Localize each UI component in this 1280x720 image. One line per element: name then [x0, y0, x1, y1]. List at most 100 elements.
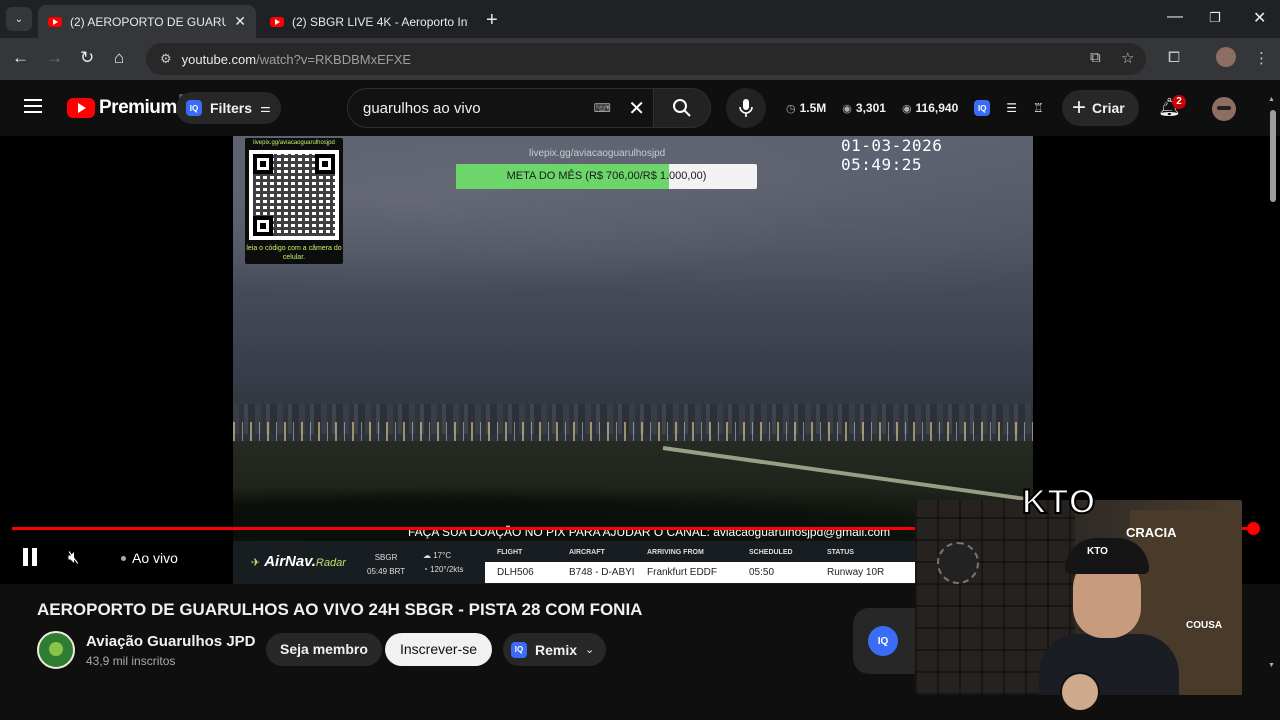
pause-icon[interactable]	[23, 548, 37, 566]
iq-extension-icon: IQ	[186, 100, 202, 116]
wind-icon: ◔	[423, 565, 428, 574]
tab-search-icon[interactable]: ⌄	[6, 7, 32, 31]
extension-stats: ◷ 1.5M ◉ 3,301 ◉ 116,940 IQ ☰ ♖	[786, 100, 1044, 116]
create-label: Criar	[1092, 100, 1125, 116]
tab-title: (2) AEROPORTO DE GUARULHOS	[70, 14, 227, 29]
cloud-icon: ☁	[423, 551, 431, 560]
logo-text: Premium	[99, 97, 177, 118]
muted-volume-icon[interactable]: 🔇︎	[68, 547, 79, 568]
search-input[interactable]: guarulhos ao vivo ⌨ ✕	[347, 88, 653, 128]
browser-tab[interactable]: (2) SBGR LIVE 4K - Aeroporto Internacion…	[260, 5, 478, 38]
clock-icon: ◷	[786, 102, 796, 115]
facecam-title: KTO	[1021, 482, 1097, 522]
iq-extension-icon[interactable]: IQ	[974, 100, 991, 116]
browser-menu-icon[interactable]: ⋮	[1254, 49, 1269, 67]
subscribe-button[interactable]: Inscrever-se	[385, 633, 493, 666]
youtube-header: Premium BR IQ Filters ⚌ guarulhos ao viv…	[0, 80, 1280, 136]
notification-count-badge: 2	[1172, 95, 1186, 109]
home-icon[interactable]: ⌂	[114, 48, 124, 68]
forward-icon[interactable]: →	[46, 48, 63, 68]
youtube-favicon-icon	[48, 16, 62, 27]
background-sign: COUSA	[1186, 620, 1223, 631]
remix-button[interactable]: IQ Remix ⌄	[503, 633, 607, 666]
iq-extension-icon: IQ	[511, 641, 527, 658]
back-icon[interactable]: ←	[12, 48, 29, 68]
camera-timestamp: 01-03-2026 05:49:25	[841, 136, 943, 174]
install-app-icon[interactable]: ⧉	[1090, 49, 1101, 66]
stat-watch-time: ◷ 1.5M	[786, 101, 827, 115]
scroll-down-icon[interactable]: ▼	[1268, 662, 1275, 669]
extensions-icon[interactable]: ⧠	[1168, 49, 1180, 66]
chevron-down-icon: ⌄	[585, 644, 595, 656]
radar-weather: ☁ 17°C ◔ 120°/2kts	[423, 551, 464, 574]
url-host: youtube.com	[181, 51, 257, 67]
channel-name[interactable]: Aviação Guarulhos JPD	[86, 633, 256, 650]
sliders-icon: ⚌	[260, 101, 271, 115]
list-icon[interactable]: ☰	[1006, 101, 1017, 115]
filters-button[interactable]: IQ Filters ⚌	[176, 92, 281, 124]
goal-text: META DO MÊS (R$ 706,00/R$ 1.000,00)	[506, 170, 707, 182]
browser-toolbar: ← → ↻ ⌂ ⚙ youtube.com/watch?v=RKBDBMxEFX…	[0, 38, 1280, 80]
iq-panel-button[interactable]: IQ	[853, 608, 917, 674]
join-button[interactable]: Seja membro	[266, 633, 382, 666]
qr-code-icon	[249, 150, 339, 240]
live-indicator[interactable]: Ao vivo	[121, 550, 178, 566]
minimize-icon[interactable]: —	[1167, 8, 1183, 26]
eye-icon: ◉	[842, 102, 852, 115]
background-sign: CRACIA	[1126, 525, 1177, 540]
site-settings-icon[interactable]: ⚙	[160, 51, 172, 67]
qr-url: livepix.gg/aviacaoguarulhosjpd	[253, 140, 335, 146]
youtube-play-icon	[67, 98, 95, 118]
microphone-icon	[739, 99, 753, 117]
hamburger-menu-icon[interactable]	[24, 99, 42, 113]
voice-search-button[interactable]	[726, 88, 766, 128]
flight-table: FLIGHT AIRCRAFT ARRIVING FROM SCHEDULED …	[485, 545, 915, 583]
plane-icon: ✈	[251, 557, 261, 569]
channel-avatar[interactable]	[37, 631, 75, 669]
search-icon	[673, 99, 691, 117]
tab-close-icon[interactable]: ✕	[234, 13, 246, 30]
subscriber-count: 43,9 mil inscritos	[86, 654, 176, 668]
streamer-person: KTO	[1039, 530, 1179, 695]
plus-icon: +	[1072, 94, 1087, 121]
stat-views: ◉ 116,940	[901, 101, 959, 115]
reload-icon[interactable]: ↻	[80, 48, 94, 68]
search-button[interactable]	[653, 88, 711, 128]
donation-goal-bar: META DO MÊS (R$ 706,00/R$ 1.000,00)	[456, 164, 757, 189]
youtube-logo[interactable]: Premium BR	[67, 93, 191, 119]
scroll-up-icon[interactable]: ▲	[1268, 96, 1275, 103]
eye-icon: ◉	[901, 102, 912, 115]
tab-title: (2) SBGR LIVE 4K - Aeroporto Internacion…	[292, 14, 468, 29]
browser-tab-active[interactable]: (2) AEROPORTO DE GUARULHOS ✕	[38, 5, 256, 38]
account-avatar[interactable]	[1212, 97, 1236, 121]
close-window-icon[interactable]: ✕	[1253, 8, 1266, 28]
page-scrollbar[interactable]	[1270, 110, 1276, 202]
new-tab-icon[interactable]: +	[486, 9, 498, 32]
stat-viewers: ◉ 3,301	[842, 101, 886, 115]
bookmark-star-icon[interactable]: ☆	[1121, 49, 1134, 67]
youtube-favicon-icon	[270, 16, 284, 27]
pix-qr-code: livepix.gg/aviacaoguarulhosjpd leia o có…	[245, 138, 343, 264]
profile-avatar[interactable]	[1216, 47, 1236, 67]
search-query: guarulhos ao vivo	[363, 99, 481, 117]
scrubber-handle[interactable]	[1247, 522, 1260, 535]
streamer-logo-badge	[937, 542, 979, 584]
flight-table-header: FLIGHT AIRCRAFT ARRIVING FROM SCHEDULED …	[497, 548, 854, 556]
keyboard-icon[interactable]: ⌨	[594, 101, 611, 115]
create-button[interactable]: + Criar	[1062, 90, 1139, 126]
airnav-logo: ✈ AirNav.Radar	[251, 553, 346, 570]
flight-row: DLH506 B748 - D-ABYI Frankfurt EDDF 05:5…	[485, 562, 915, 583]
livepix-url: livepix.gg/aviacaoguarulhosjpd	[529, 148, 666, 159]
clear-search-icon[interactable]: ✕	[628, 96, 645, 121]
video-frame[interactable]: livepix.gg/aviacaoguarulhosjpd leia o có…	[233, 136, 1033, 584]
iq-extension-icon: IQ	[868, 626, 898, 656]
filters-label: Filters	[210, 100, 253, 116]
browser-tabstrip: ⌄ (2) AEROPORTO DE GUARULHOS ✕ (2) SBGR …	[0, 0, 1280, 38]
streamer-avatar	[1060, 672, 1100, 712]
address-bar[interactable]: ⚙ youtube.com/watch?v=RKBDBMxEFXE	[146, 43, 1146, 75]
trophy-icon[interactable]: ♖	[1033, 101, 1044, 115]
radar-airport: SBGR 05:49 BRT	[367, 553, 406, 576]
url-path: /watch?v=RKBDBMxEFXE	[256, 51, 412, 67]
streamer-facecam: KTO	[915, 500, 1242, 695]
restore-icon[interactable]: ❐	[1209, 10, 1221, 26]
